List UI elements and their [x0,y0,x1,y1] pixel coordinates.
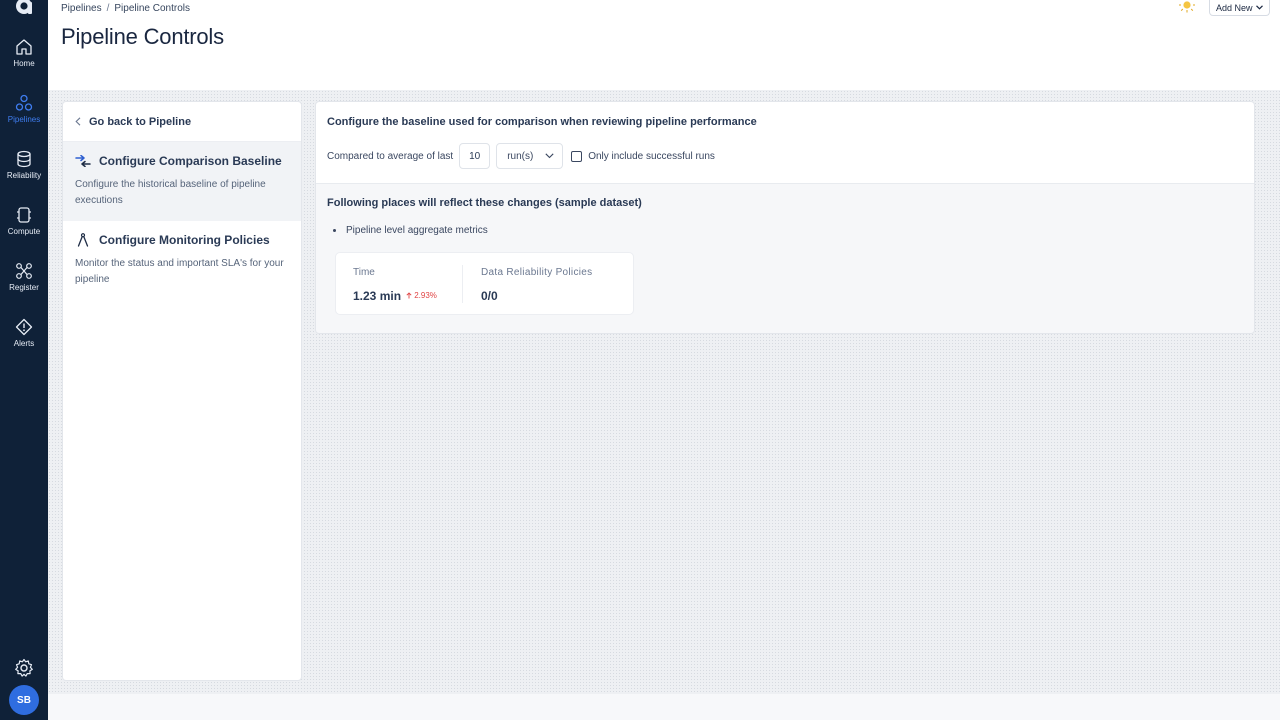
gear-icon[interactable] [14,658,34,678]
chip-icon [17,207,31,223]
register-icon [16,263,32,279]
bullet-icon [333,229,336,232]
sidebar-item-alerts[interactable]: Alerts [0,318,48,368]
compare-arrows-icon [75,155,91,167]
sidebar-item-label: Reliability [6,171,42,180]
sidebar-item-label: Register [9,283,39,292]
chevron-down-icon [545,153,554,159]
home-icon [16,39,32,55]
reliability-metric: Data Reliability Policies 0/0 [463,253,633,316]
breadcrumb: Pipelines / Pipeline Controls [61,3,190,14]
compass-icon [77,233,89,247]
arrow-up-icon [406,292,412,299]
breadcrumb-pipelines[interactable]: Pipelines [61,3,102,14]
sidebar-item-label: Pipelines [7,115,41,124]
unit-select[interactable]: run(s) [496,143,564,169]
app-logo-icon[interactable] [14,0,34,20]
main-area: Go back to Pipeline Configure Comparison… [48,90,1280,694]
page-title: Pipeline Controls [61,24,224,49]
successful-runs-checkbox[interactable] [571,150,583,162]
go-back-label: Go back to Pipeline [89,115,192,128]
database-icon [17,150,31,168]
sidebar-item-label: Compute [7,227,41,236]
baseline-config-panel: Configure the baseline used for comparis… [315,101,1255,334]
menu-configure-monitoring-policies[interactable]: Configure Monitoring Policies Monitor th… [63,221,301,300]
breadcrumb-current: Pipeline Controls [114,3,190,14]
list-item: Pipeline level aggregate metrics [333,225,488,236]
sidebar-item-compute[interactable]: Compute [0,206,48,256]
bullet-text: Pipeline level aggregate metrics [346,225,488,236]
time-metric: Time 1.23 min 2.93% [336,253,462,316]
config-heading: Configure the baseline used for comparis… [327,116,757,128]
sidebar-item-label: Alerts [13,339,35,348]
time-value: 1.23 min [353,289,402,303]
sample-metrics-card: Time 1.23 min 2.93% Data Reliability Pol… [335,252,634,315]
avatar[interactable]: SB [9,685,39,715]
footer-strip [48,694,1280,720]
menu-title: Configure Monitoring Policies [99,233,270,247]
baseline-config-form: Configure the baseline used for comparis… [316,102,1254,184]
menu-configure-comparison-baseline[interactable]: Configure Comparison Baseline Configure … [63,142,301,221]
go-back-link[interactable]: Go back to Pipeline [63,102,301,142]
sidebar-item-home[interactable]: Home [0,38,48,88]
chevron-down-icon [1255,5,1263,10]
pipelines-icon [15,94,33,111]
sidebar-item-label: Home [13,59,35,68]
menu-description: Monitor the status and important SLA's f… [75,258,284,285]
alert-icon [15,318,33,336]
reliability-label: Data Reliability Policies [481,267,593,278]
sidebar-item-reliability[interactable]: Reliability [0,150,48,200]
sun-icon[interactable] [1178,0,1196,14]
breadcrumb-separator: / [106,3,110,14]
sidebar-item-register[interactable]: Register [0,262,48,312]
sidebar-item-pipelines[interactable]: Pipelines [0,94,48,144]
chevron-left-icon [75,117,81,126]
sidebar: Home Pipelines Reliability Compute Regis… [0,0,48,720]
menu-title: Configure Comparison Baseline [99,154,282,168]
changes-heading: Following places will reflect these chan… [327,197,642,209]
run-count-input[interactable] [459,143,491,169]
controls-menu-panel: Go back to Pipeline Configure Comparison… [62,101,302,681]
page-header: Pipelines / Pipeline Controls Pipeline Con… [48,0,1280,90]
add-new-label: Add New [1216,2,1253,13]
time-delta-value: 2.93% [414,291,437,300]
reliability-value: 0/0 [481,289,498,303]
menu-description: Configure the historical baseline of pip… [75,179,266,206]
successful-runs-label[interactable]: Only include successful runs [588,151,715,162]
add-new-button[interactable]: Add New [1209,0,1270,16]
time-delta-badge: 2.93% [406,291,437,300]
unit-select-value: run(s) [507,150,534,162]
compare-label: Compared to average of last [327,150,454,162]
compare-row: Compared to average of last run(s) Only … [327,143,715,169]
time-label: Time [353,267,375,278]
